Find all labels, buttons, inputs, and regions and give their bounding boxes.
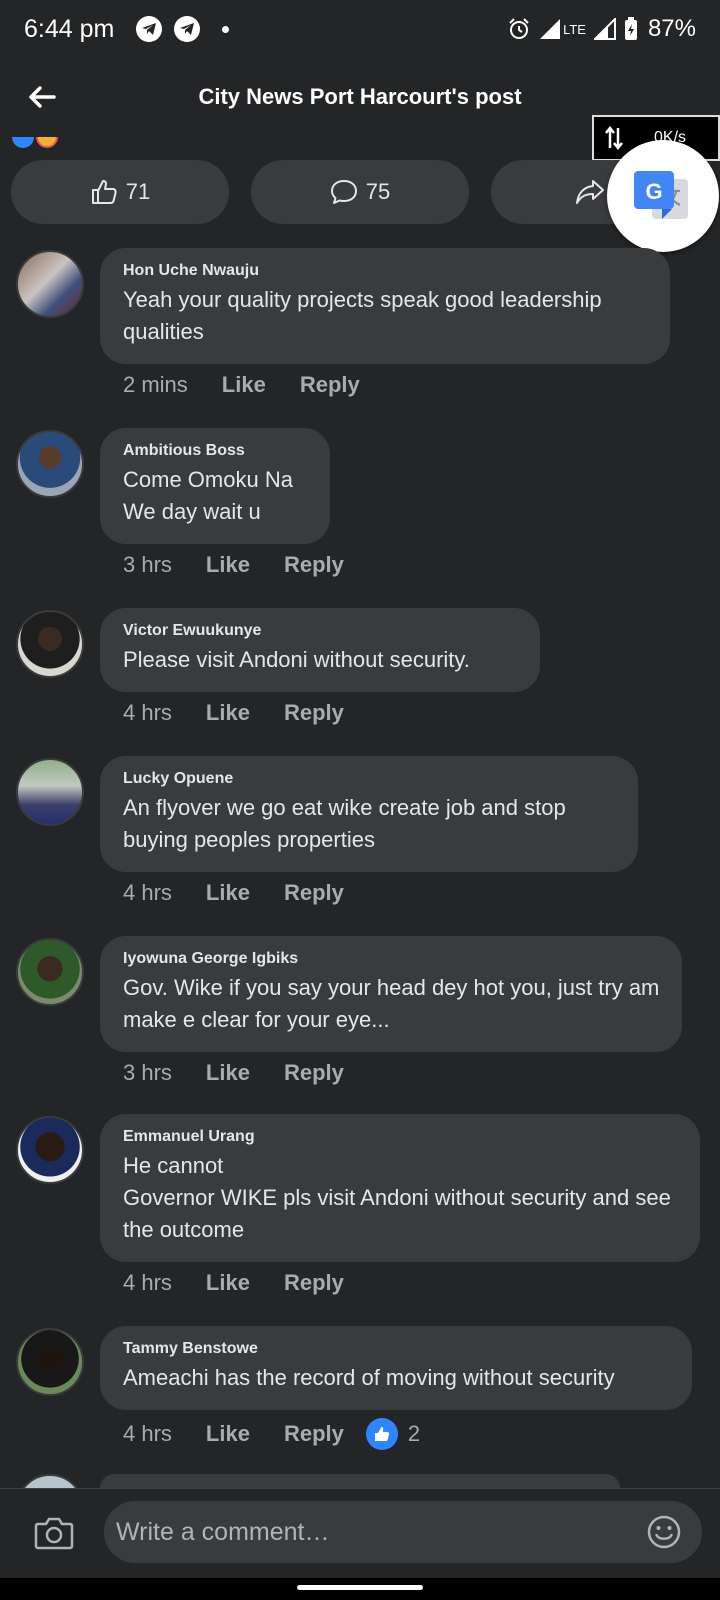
comment-text: He cannot Governor WIKE pls visit Andoni… [123, 1153, 671, 1242]
avatar[interactable] [16, 938, 84, 1006]
translate-floating-button[interactable]: G [607, 140, 719, 252]
comment-meta: 4 hrs Like Reply 2 [123, 1418, 420, 1450]
comment-like-button[interactable]: Like [206, 552, 250, 578]
back-button[interactable] [0, 58, 84, 136]
comment-like-button[interactable]: Like [206, 1421, 250, 1447]
comment-meta: 4 hrs Like Reply [123, 1270, 344, 1296]
notification-dot-icon [222, 25, 230, 33]
reaction-count: 2 [407, 1421, 421, 1446]
comment-reply-button[interactable]: Reply [284, 1060, 344, 1086]
status-bar: 6:44 pm LTE 87% [0, 0, 720, 58]
like-reaction-icon [365, 1418, 398, 1450]
google-translate-icon: G [634, 171, 688, 219]
comment-bubble: Emmanuel Urang He cannot Governor WIKE p… [100, 1114, 700, 1262]
comment-meta: 4 hrs Like Reply [123, 700, 344, 726]
telegram-icon [136, 16, 163, 42]
avatar[interactable] [16, 610, 84, 678]
avatar[interactable] [16, 250, 84, 318]
back-arrow-icon [29, 86, 56, 108]
avatar[interactable] [16, 1328, 84, 1396]
comment-reply-button[interactable]: Reply [284, 552, 344, 578]
comment-time: 3 hrs [123, 1060, 172, 1085]
comment-reply-button[interactable]: Reply [284, 1421, 344, 1447]
comment-bubble: Iyowuna George Igbiks Gov. Wike if you s… [100, 936, 682, 1052]
comment-like-button[interactable]: Like [206, 880, 250, 906]
comment-time: 4 hrs [123, 880, 172, 905]
comment-author[interactable]: Victor Ewuukunye [123, 622, 518, 640]
comment-bubble: Victor Ewuukunye Please visit Andoni wit… [100, 608, 540, 692]
comment-author[interactable]: Emmanuel Urang [123, 1128, 678, 1146]
comment-author[interactable]: Iyowuna George Igbiks [123, 950, 660, 968]
comment-bubble [100, 1474, 620, 1488]
comment-text: An flyover we go eat wike create job and… [123, 795, 566, 852]
comment-time: 4 hrs [123, 1421, 172, 1446]
camera-button[interactable] [34, 1515, 74, 1555]
comment-input[interactable] [104, 1501, 702, 1563]
battery-icon [624, 17, 638, 41]
telegram-icon [174, 16, 201, 42]
comment-bubble: Ambitious Boss Come Omoku Na We day wait… [100, 428, 330, 544]
comment-like-button[interactable]: Like [206, 1270, 250, 1296]
reaction-summary [12, 137, 58, 149]
comment-bubble: Hon Uche Nwauju Yeah your quality projec… [100, 248, 670, 364]
avatar[interactable] [16, 1116, 84, 1184]
comment-time: 4 hrs [123, 700, 172, 725]
comment-meta: 3 hrs Like Reply [123, 552, 344, 578]
thumbs-up-icon [91, 180, 117, 204]
network-type-label: LTE [563, 21, 586, 37]
comment-like-button[interactable]: Like [206, 700, 250, 726]
like-button[interactable]: 71 [11, 160, 229, 224]
comment-meta: 4 hrs Like Reply [123, 880, 344, 906]
comment-time: 4 hrs [123, 1270, 172, 1295]
comment-meta: 3 hrs Like Reply [123, 1060, 344, 1086]
comment-author[interactable]: Hon Uche Nwauju [123, 262, 648, 280]
comment-icon [330, 180, 357, 204]
comment-reply-button[interactable]: Reply [284, 700, 344, 726]
comment-count: 75 [365, 179, 391, 204]
comment-meta: 2 mins Like Reply [123, 372, 360, 398]
comment-text: Please visit Andoni without security. [123, 647, 470, 672]
comment-like-button[interactable]: Like [222, 372, 266, 398]
comment-author[interactable]: Lucky Opuene [123, 770, 616, 788]
signal-icon [539, 18, 561, 40]
camera-icon [34, 1517, 74, 1550]
comment-time: 3 hrs [123, 552, 172, 577]
comment-reply-button[interactable]: Reply [300, 372, 360, 398]
comment-bubble: Lucky Opuene An flyover we go eat wike c… [100, 756, 638, 872]
like-reaction-icon [12, 137, 34, 148]
comment-author[interactable]: Tammy Benstowe [123, 1340, 670, 1358]
comment-time: 2 mins [123, 372, 188, 397]
like-count: 71 [125, 179, 151, 204]
comment-bubble: Tammy Benstowe Ameachi has the record of… [100, 1326, 692, 1410]
comment-author[interactable]: Ambitious Boss [123, 442, 308, 460]
comment-button[interactable]: 75 [251, 160, 469, 224]
page-title: City News Port Harcourt's post [198, 84, 522, 109]
battery-percent: 87% [647, 15, 696, 42]
avatar[interactable] [16, 758, 84, 826]
comment-reply-button[interactable]: Reply [284, 880, 344, 906]
svg-text:G: G [645, 179, 662, 204]
comment-reply-button[interactable]: Reply [284, 1270, 344, 1296]
emoji-icon [647, 1515, 681, 1549]
alarm-icon [507, 17, 531, 41]
love-reaction-icon [36, 137, 58, 148]
comment-reactions[interactable]: 2 [365, 1418, 421, 1450]
emoji-button[interactable] [646, 1514, 682, 1550]
comment-text: Gov. Wike if you say your head dey hot y… [123, 975, 660, 1032]
signal-icon [593, 18, 616, 40]
comment-like-button[interactable]: Like [206, 1060, 250, 1086]
comment-text: Come Omoku Na We day wait u [123, 467, 293, 524]
home-indicator[interactable] [297, 1585, 423, 1590]
comment-text: Yeah your quality projects speak good le… [123, 287, 602, 344]
data-transfer-icon [605, 126, 623, 150]
share-icon [576, 180, 604, 204]
avatar[interactable] [16, 430, 84, 498]
comment-text: Ameachi has the record of moving without… [123, 1365, 615, 1390]
status-time: 6:44 pm [24, 14, 115, 43]
